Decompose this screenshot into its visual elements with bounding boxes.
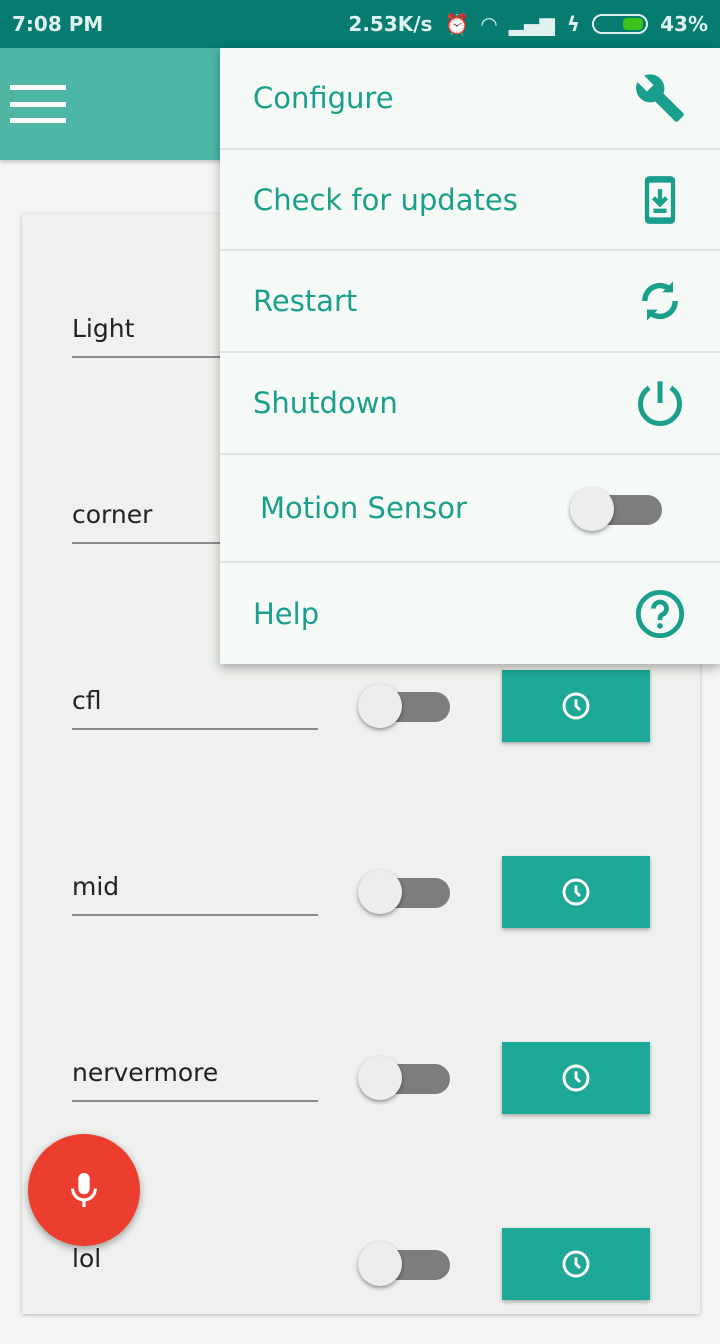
- device-name: nervermore: [72, 1058, 219, 1087]
- device-toggle[interactable]: [358, 1242, 450, 1286]
- alarm-icon: ⏰: [444, 12, 470, 36]
- signal-icon: ▂▄▆: [508, 12, 555, 36]
- schedule-button[interactable]: [502, 1228, 650, 1300]
- device-row: lol: [22, 1228, 700, 1344]
- menu-item-label: Motion Sensor: [260, 491, 467, 525]
- device-name: lol: [72, 1244, 102, 1273]
- battery-percent: 43%: [660, 12, 708, 36]
- device-name: Light: [72, 314, 135, 343]
- clock-icon: [562, 1064, 590, 1092]
- menu-item-label: Check for updates: [253, 182, 518, 217]
- menu-hamburger-icon[interactable]: [10, 85, 66, 123]
- power-icon: [638, 381, 682, 427]
- menu-item-label: Configure: [253, 81, 394, 115]
- clock-icon: [562, 692, 590, 720]
- menu-item-help[interactable]: Help: [220, 563, 720, 664]
- device-toggle[interactable]: [358, 684, 450, 728]
- device-row: cfl: [22, 670, 700, 786]
- menu-item-restart[interactable]: Restart: [220, 251, 720, 353]
- status-bar: 7:08 PM 2.53K/s ⏰ ◠ ▂▄▆ ϟ 43%: [0, 0, 720, 48]
- menu-item-label: Restart: [253, 284, 358, 318]
- net-speed: 2.53K/s: [348, 12, 433, 36]
- divider: [72, 1100, 318, 1102]
- voice-fab[interactable]: [28, 1134, 140, 1246]
- divider: [72, 914, 318, 916]
- clock-icon: [562, 1250, 590, 1278]
- overflow-menu: Configure Check for updates Restart Shut…: [220, 48, 720, 664]
- clock: 7:08 PM: [12, 12, 104, 36]
- device-toggle[interactable]: [358, 870, 450, 914]
- menu-item-shutdown[interactable]: Shutdown: [220, 353, 720, 455]
- help-circle-icon: [635, 589, 685, 638]
- battery-icon: [592, 14, 649, 34]
- schedule-button[interactable]: [502, 856, 650, 928]
- device-row: mid: [22, 856, 700, 972]
- menu-item-label: Shutdown: [253, 386, 398, 420]
- motion-sensor-toggle[interactable]: [570, 487, 662, 531]
- wifi-icon: ◠: [481, 12, 497, 36]
- menu-item-configure[interactable]: Configure: [220, 48, 720, 150]
- schedule-button[interactable]: [502, 670, 650, 742]
- device-name: mid: [72, 872, 120, 901]
- divider: [72, 728, 318, 730]
- clock-icon: [562, 878, 590, 906]
- menu-item-check-updates[interactable]: Check for updates: [220, 150, 720, 251]
- wrench-icon: [636, 74, 684, 122]
- microphone-icon: [71, 1173, 97, 1207]
- refresh-icon: [642, 281, 678, 321]
- device-row: nervermore: [22, 1042, 700, 1158]
- device-name: cfl: [72, 686, 102, 715]
- menu-item-motion-sensor[interactable]: Motion Sensor: [220, 455, 720, 563]
- device-toggle[interactable]: [358, 1056, 450, 1100]
- phone-download-icon: [644, 175, 676, 224]
- device-name: corner: [72, 500, 153, 529]
- schedule-button[interactable]: [502, 1042, 650, 1114]
- charging-icon: ϟ: [566, 12, 581, 36]
- menu-item-label: Help: [253, 596, 320, 631]
